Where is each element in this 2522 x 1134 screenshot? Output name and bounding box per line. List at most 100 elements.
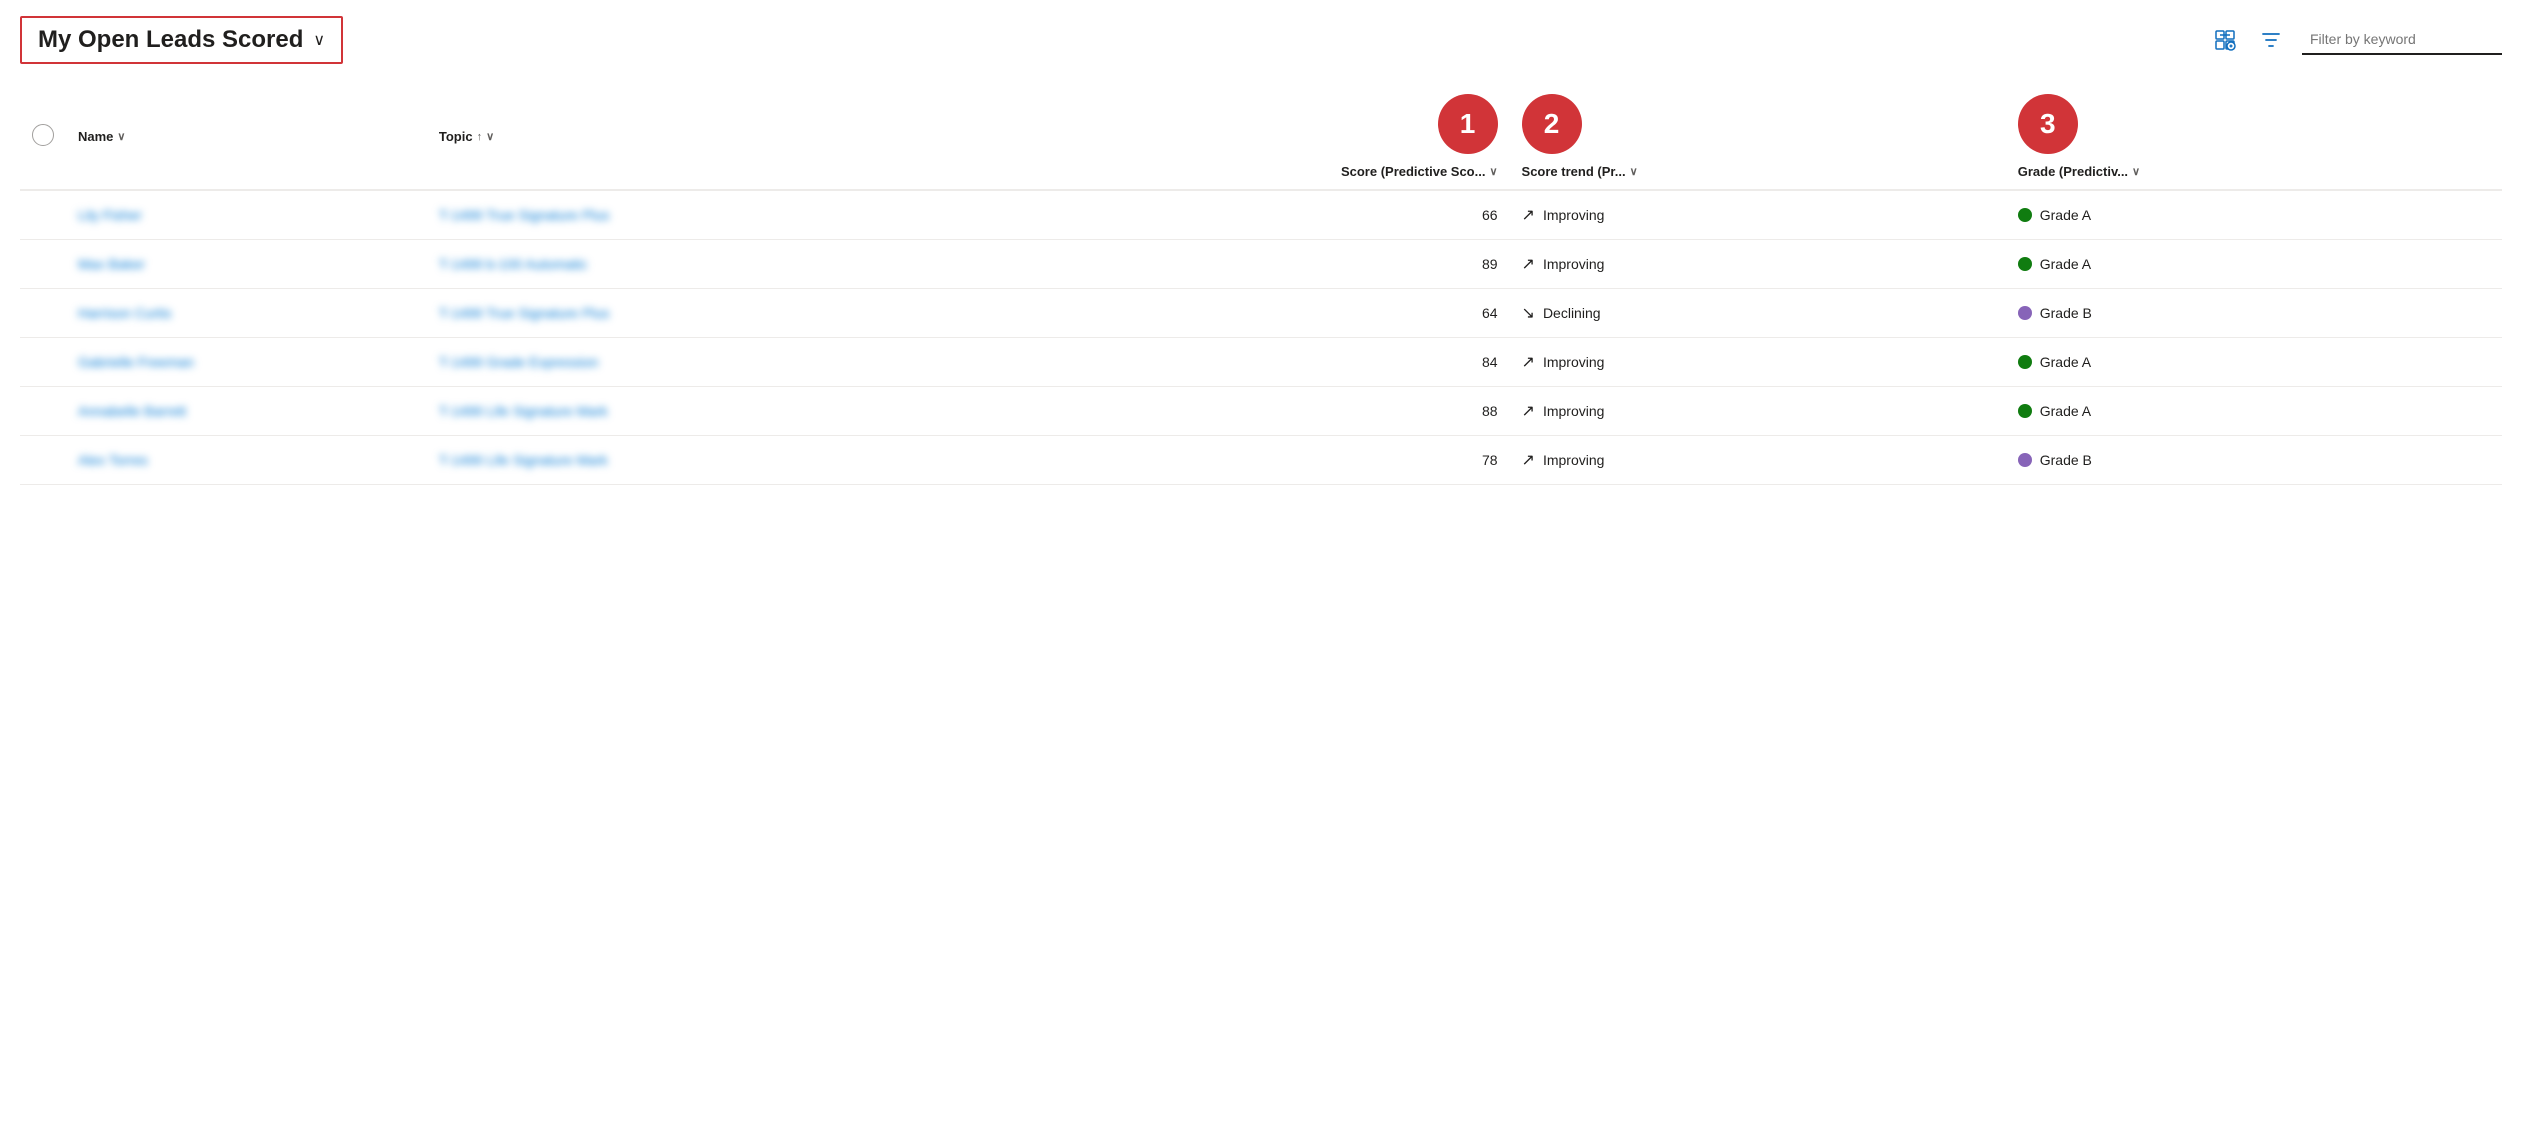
leads-table: Name ∨ Topic ↑ ∨ xyxy=(20,84,2502,485)
row-trend: ↘ Declining xyxy=(1510,289,2006,338)
trend-label: Improving xyxy=(1543,452,1604,468)
grade-dot-icon xyxy=(2018,355,2032,369)
row-topic: T-1499 b-100 Automatic xyxy=(427,240,923,289)
row-topic: T-1499 True Signature Plus xyxy=(427,289,923,338)
row-trend: ↗ Improving xyxy=(1510,436,2006,485)
badge-3: 3 xyxy=(2018,94,2078,154)
th-grade[interactable]: 3 Grade (Predictiv... ∨ xyxy=(2006,84,2502,190)
row-name[interactable]: Alex Torres xyxy=(66,436,427,485)
row-topic: T-1499 Life Signature Mark xyxy=(427,387,923,436)
row-checkbox-cell xyxy=(20,387,66,436)
th-name-sort[interactable]: Name ∨ xyxy=(78,129,125,144)
badge-1: 1 xyxy=(1438,94,1498,154)
table-row: Lily Fisher T-1499 True Signature Plus 6… xyxy=(20,190,2502,240)
row-trend: ↗ Improving xyxy=(1510,240,2006,289)
row-score: 89 xyxy=(923,240,1509,289)
page-container: My Open Leads Scored ∨ xyxy=(0,0,2522,1134)
row-name[interactable]: Lily Fisher xyxy=(66,190,427,240)
grade-label: Grade B xyxy=(2040,452,2092,468)
row-trend: ↗ Improving xyxy=(1510,387,2006,436)
table-row: Gabrielle Freeman T-1499 Grade Expressio… xyxy=(20,338,2502,387)
row-score: 78 xyxy=(923,436,1509,485)
table-row: Annabelle Barrett T-1499 Life Signature … xyxy=(20,387,2502,436)
row-grade: Grade A xyxy=(2006,338,2502,387)
th-score[interactable]: 1 Score (Predictive Sco... ∨ xyxy=(923,84,1509,190)
th-grade-sort[interactable]: Grade (Predictiv... ∨ xyxy=(2018,164,2140,179)
grade-label: Grade A xyxy=(2040,207,2091,223)
filter-button[interactable] xyxy=(2256,25,2286,55)
table-body: Lily Fisher T-1499 True Signature Plus 6… xyxy=(20,190,2502,485)
grade-dot-icon xyxy=(2018,306,2032,320)
trend-arrow-icon: ↘ xyxy=(1522,303,1535,323)
row-name[interactable]: Annabelle Barrett xyxy=(66,387,427,436)
th-topic[interactable]: Topic ↑ ∨ xyxy=(427,84,923,190)
keyword-filter-input[interactable] xyxy=(2302,25,2502,55)
grade-label: Grade B xyxy=(2040,305,2092,321)
table-row: Alex Torres T-1499 Life Signature Mark 7… xyxy=(20,436,2502,485)
trend-arrow-icon: ↗ xyxy=(1522,450,1535,470)
table-wrapper: Name ∨ Topic ↑ ∨ xyxy=(20,84,2502,485)
trend-arrow-icon: ↗ xyxy=(1522,401,1535,421)
view-settings-button[interactable] xyxy=(2210,25,2240,55)
row-grade: Grade A xyxy=(2006,240,2502,289)
row-checkbox-cell xyxy=(20,338,66,387)
row-score: 66 xyxy=(923,190,1509,240)
trend-label: Improving xyxy=(1543,207,1604,223)
header-actions xyxy=(2210,25,2502,55)
row-checkbox-cell xyxy=(20,240,66,289)
row-grade: Grade A xyxy=(2006,387,2502,436)
row-trend: ↗ Improving xyxy=(1510,338,2006,387)
row-score: 88 xyxy=(923,387,1509,436)
th-checkbox xyxy=(20,84,66,190)
grade-dot-icon xyxy=(2018,453,2032,467)
trend-arrow-icon: ↗ xyxy=(1522,254,1535,274)
trend-sort-icon: ∨ xyxy=(1630,165,1638,178)
page-title: My Open Leads Scored xyxy=(38,26,303,54)
table-header-row: Name ∨ Topic ↑ ∨ xyxy=(20,84,2502,190)
row-score: 64 xyxy=(923,289,1509,338)
row-grade: Grade B xyxy=(2006,436,2502,485)
trend-label: Improving xyxy=(1543,256,1604,272)
title-chevron-icon: ∨ xyxy=(313,30,325,50)
name-sort-icon: ∨ xyxy=(117,130,125,143)
th-name[interactable]: Name ∨ xyxy=(66,84,427,190)
trend-label: Improving xyxy=(1543,403,1604,419)
th-score-sort[interactable]: Score (Predictive Sco... ∨ xyxy=(1341,164,1498,179)
row-topic: T-1499 Life Signature Mark xyxy=(427,436,923,485)
trend-label: Improving xyxy=(1543,354,1604,370)
row-checkbox-cell xyxy=(20,190,66,240)
badge-2: 2 xyxy=(1522,94,1582,154)
filter-icon xyxy=(2260,29,2282,51)
topic-sort-down-icon: ∨ xyxy=(486,130,494,143)
title-container[interactable]: My Open Leads Scored ∨ xyxy=(20,16,343,64)
th-trend[interactable]: 2 Score trend (Pr... ∨ xyxy=(1510,84,2006,190)
th-trend-sort[interactable]: Score trend (Pr... ∨ xyxy=(1522,164,1638,179)
grade-sort-icon: ∨ xyxy=(2132,165,2140,178)
score-sort-icon: ∨ xyxy=(1489,165,1497,178)
row-trend: ↗ Improving xyxy=(1510,190,2006,240)
grade-dot-icon xyxy=(2018,257,2032,271)
row-name[interactable]: Gabrielle Freeman xyxy=(66,338,427,387)
view-settings-icon xyxy=(2214,29,2236,51)
trend-arrow-icon: ↗ xyxy=(1522,205,1535,225)
header-row: My Open Leads Scored ∨ xyxy=(20,16,2502,64)
row-name[interactable]: Max Baker xyxy=(66,240,427,289)
grade-dot-icon xyxy=(2018,404,2032,418)
th-topic-sort[interactable]: Topic ↑ ∨ xyxy=(439,129,494,144)
trend-label: Declining xyxy=(1543,305,1601,321)
grade-label: Grade A xyxy=(2040,256,2091,272)
table-row: Harrison Curtis T-1499 True Signature Pl… xyxy=(20,289,2502,338)
grade-dot-icon xyxy=(2018,208,2032,222)
row-checkbox-cell xyxy=(20,436,66,485)
grade-label: Grade A xyxy=(2040,354,2091,370)
row-score: 84 xyxy=(923,338,1509,387)
row-topic: T-1499 Grade Expression xyxy=(427,338,923,387)
row-grade: Grade A xyxy=(2006,190,2502,240)
grade-label: Grade A xyxy=(2040,403,2091,419)
row-topic: T-1499 True Signature Plus xyxy=(427,190,923,240)
table-row: Max Baker T-1499 b-100 Automatic 89 ↗ Im… xyxy=(20,240,2502,289)
topic-sort-up-icon: ↑ xyxy=(477,131,483,143)
row-name[interactable]: Harrison Curtis xyxy=(66,289,427,338)
trend-arrow-icon: ↗ xyxy=(1522,352,1535,372)
select-all-checkbox[interactable] xyxy=(32,124,54,146)
